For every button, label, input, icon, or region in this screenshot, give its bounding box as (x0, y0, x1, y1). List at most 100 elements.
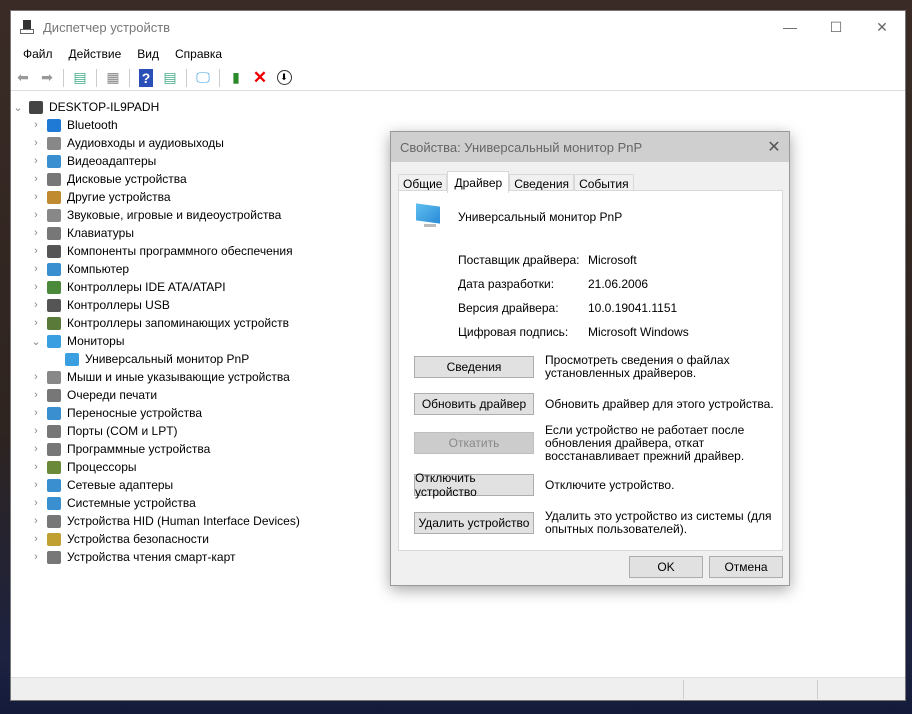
device-category-icon (47, 550, 61, 564)
action-button[interactable]: Откатить (414, 432, 534, 454)
chevron-right-icon[interactable]: › (29, 551, 43, 563)
action-button[interactable]: Сведения (414, 356, 534, 378)
chevron-right-icon[interactable]: › (29, 497, 43, 509)
cancel-button[interactable]: Отмена (709, 556, 783, 578)
menu-file[interactable]: Файл (15, 47, 61, 61)
chevron-right-icon[interactable]: › (29, 209, 43, 221)
tree-item[interactable]: › Мыши и иные указывающие устройства (11, 368, 300, 386)
chevron-right-icon[interactable]: › (29, 443, 43, 455)
tree-item[interactable]: › Устройства чтения смарт-карт (11, 548, 300, 566)
tree-item[interactable]: ⌄ Мониторы (11, 332, 300, 350)
tree-item-label: Bluetooth (67, 118, 118, 132)
driver-field: Дата разработки: 21.06.2006 (458, 277, 648, 291)
help-icon[interactable]: ? (136, 68, 156, 88)
device-category-icon (47, 460, 61, 474)
tree-item[interactable]: › Клавиатуры (11, 224, 300, 242)
dialog-close-button[interactable]: ✕ (759, 137, 789, 157)
chevron-right-icon[interactable]: › (29, 119, 43, 131)
action-button[interactable]: Удалить устройство (414, 512, 534, 534)
device-category-icon (47, 442, 61, 456)
action-button[interactable]: Обновить драйвер (414, 393, 534, 415)
status-bar (11, 677, 905, 700)
device-category-icon (47, 262, 61, 276)
tree-item[interactable]: › Процессоры (11, 458, 300, 476)
field-label: Поставщик драйвера: (458, 253, 580, 267)
chevron-right-icon[interactable]: › (29, 407, 43, 419)
chevron-right-icon[interactable]: › (29, 173, 43, 185)
tree-item-label: Очереди печати (67, 388, 158, 402)
tree-item[interactable]: › Системные устройства (11, 494, 300, 512)
chevron-down-icon[interactable]: ⌄ (11, 101, 25, 114)
menu-view[interactable]: Вид (129, 47, 167, 61)
menu-help[interactable]: Справка (167, 47, 230, 61)
chevron-right-icon[interactable]: › (29, 371, 43, 383)
tree-item[interactable]: › Другие устройства (11, 188, 300, 206)
chevron-right-icon[interactable]: › (29, 479, 43, 491)
device-category-icon (47, 172, 61, 186)
chevron-right-icon[interactable]: › (29, 533, 43, 545)
minimize-button[interactable]: — (767, 11, 813, 43)
chevron-right-icon[interactable]: › (29, 137, 43, 149)
disable-icon[interactable]: ⬇ (274, 68, 294, 88)
tree-item[interactable]: › Программные устройства (11, 440, 300, 458)
field-value: Microsoft (588, 253, 637, 267)
tree-item[interactable]: › Сетевые адаптеры (11, 476, 300, 494)
tab-driver[interactable]: Драйвер (447, 171, 510, 193)
tree-item[interactable]: › Видеоадаптеры (11, 152, 300, 170)
field-label: Версия драйвера: (458, 301, 559, 315)
chevron-right-icon[interactable]: › (29, 263, 43, 275)
action-button[interactable]: Отключить устройство (414, 471, 534, 499)
chevron-right-icon[interactable]: › (29, 191, 43, 203)
chevron-right-icon[interactable]: › (29, 515, 43, 527)
tree-item[interactable]: › Аудиовходы и аудиовыходы (11, 134, 300, 152)
tree-item[interactable]: › Дисковые устройства (11, 170, 300, 188)
tree-item-label: Компоненты программного обеспечения (67, 244, 293, 258)
action-description: Просмотреть сведения о файлах установлен… (545, 353, 730, 380)
tree-item[interactable]: › Звуковые, игровые и видеоустройства (11, 206, 300, 224)
forward-icon[interactable]: ➡ (37, 68, 57, 88)
tree-item[interactable]: Универсальный монитор PnP (11, 350, 300, 368)
tree-item-label: Аудиовходы и аудиовыходы (67, 136, 224, 150)
scan-hardware-icon[interactable]: 🖵 (193, 68, 213, 88)
ok-button[interactable]: OK (629, 556, 703, 578)
chevron-down-icon[interactable]: ⌄ (29, 335, 43, 348)
show-hide-icon[interactable]: ▦ (103, 68, 123, 88)
chevron-right-icon[interactable]: › (29, 299, 43, 311)
chevron-right-icon[interactable]: › (29, 461, 43, 473)
chevron-right-icon[interactable]: › (29, 227, 43, 239)
tree-root[interactable]: ⌄ DESKTOP-IL9PADH (11, 98, 300, 116)
device-category-icon (47, 424, 61, 438)
chevron-right-icon[interactable]: › (29, 245, 43, 257)
tree-item[interactable]: › Компьютер (11, 260, 300, 278)
tree-item-label: Сетевые адаптеры (67, 478, 174, 492)
chevron-right-icon[interactable]: › (29, 425, 43, 437)
tree-item[interactable]: › Очереди печати (11, 386, 300, 404)
tree-item[interactable]: › Контроллеры запоминающих устройств (11, 314, 300, 332)
menu-action[interactable]: Действие (61, 47, 130, 61)
tree-item[interactable]: › Контроллеры IDE ATA/ATAPI (11, 278, 300, 296)
tree-item[interactable]: › Компоненты программного обеспечения (11, 242, 300, 260)
tree-item-label: Программные устройства (67, 442, 211, 456)
tree-item[interactable]: › Переносные устройства (11, 404, 300, 422)
tree-item-label: Контроллеры запоминающих устройств (67, 316, 289, 330)
chevron-right-icon[interactable]: › (29, 317, 43, 329)
properties-pane-icon[interactable]: ▤ (70, 68, 90, 88)
device-category-icon (47, 298, 61, 312)
tree-item[interactable]: › Устройства безопасности (11, 530, 300, 548)
tree-item[interactable]: › Bluetooth (11, 116, 300, 134)
chevron-right-icon[interactable]: › (29, 389, 43, 401)
tree-item[interactable]: › Контроллеры USB (11, 296, 300, 314)
device-category-icon (47, 190, 61, 204)
maximize-button[interactable]: ☐ (813, 11, 859, 43)
tree-item[interactable]: › Порты (COM и LPT) (11, 422, 300, 440)
uninstall-icon[interactable]: ✕ (250, 68, 270, 88)
tree-item-label: Клавиатуры (67, 226, 134, 240)
tree-item[interactable]: › Устройства HID (Human Interface Devices… (11, 512, 300, 530)
action-pane-icon[interactable]: ▤ (160, 68, 180, 88)
update-driver-icon[interactable]: ▮ (226, 68, 246, 88)
tree-item-label: Порты (COM и LPT) (67, 424, 178, 438)
back-icon[interactable]: ⬅ (13, 68, 33, 88)
close-button[interactable]: ✕ (859, 11, 905, 43)
chevron-right-icon[interactable]: › (29, 281, 43, 293)
chevron-right-icon[interactable]: › (29, 155, 43, 167)
